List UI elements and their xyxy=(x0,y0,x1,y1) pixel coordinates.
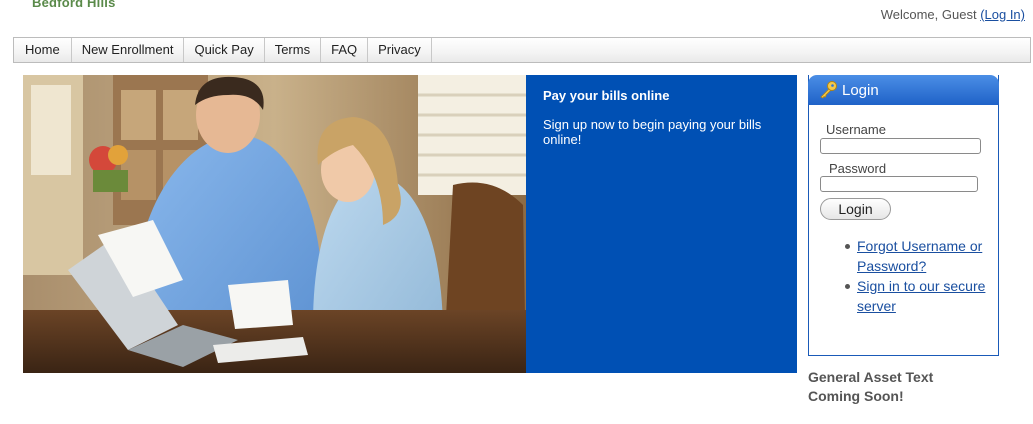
promo-title: Pay your bills online xyxy=(543,88,670,103)
login-header: Login xyxy=(808,75,999,105)
login-panel: Login Username Password Login Forgot Use… xyxy=(808,75,999,356)
username-input[interactable] xyxy=(820,138,981,154)
hero-image xyxy=(23,75,526,373)
login-button[interactable]: Login xyxy=(820,198,891,220)
login-title: Login xyxy=(842,81,879,99)
forgot-credentials-link[interactable]: Forgot Username or Password? xyxy=(857,238,982,274)
nav-item-terms[interactable]: Terms xyxy=(265,38,322,62)
secure-server-link[interactable]: Sign in to our secure server xyxy=(857,278,985,314)
password-input[interactable] xyxy=(820,176,978,192)
username-label: Username xyxy=(826,122,886,137)
hero-illustration xyxy=(23,75,526,373)
list-item: Sign in to our secure server xyxy=(843,276,993,316)
promo-body: Sign up now to begin paying your bills o… xyxy=(543,117,762,147)
key-icon xyxy=(818,81,838,99)
main-nav: Home New Enrollment Quick Pay Terms FAQ … xyxy=(13,37,1031,63)
nav-item-home[interactable]: Home xyxy=(14,38,72,62)
nav-item-new-enrollment[interactable]: New Enrollment xyxy=(72,38,185,62)
login-links: Forgot Username or Password? Sign in to … xyxy=(843,236,993,316)
list-item: Forgot Username or Password? xyxy=(843,236,993,276)
general-asset-text: General Asset Text Coming Soon! xyxy=(808,369,934,404)
welcome-area: Welcome, Guest (Log In) xyxy=(881,7,1025,22)
site-brand: Bedford Hills xyxy=(32,0,116,10)
nav-item-quick-pay[interactable]: Quick Pay xyxy=(184,38,265,62)
welcome-text: Welcome, Guest xyxy=(880,7,977,22)
nav-item-faq[interactable]: FAQ xyxy=(321,38,369,62)
login-link[interactable]: (Log In) xyxy=(980,7,1025,22)
promo-panel: Pay your bills online Sign up now to beg… xyxy=(526,75,797,373)
password-label: Password xyxy=(829,161,887,176)
nav-item-privacy[interactable]: Privacy xyxy=(368,38,432,62)
